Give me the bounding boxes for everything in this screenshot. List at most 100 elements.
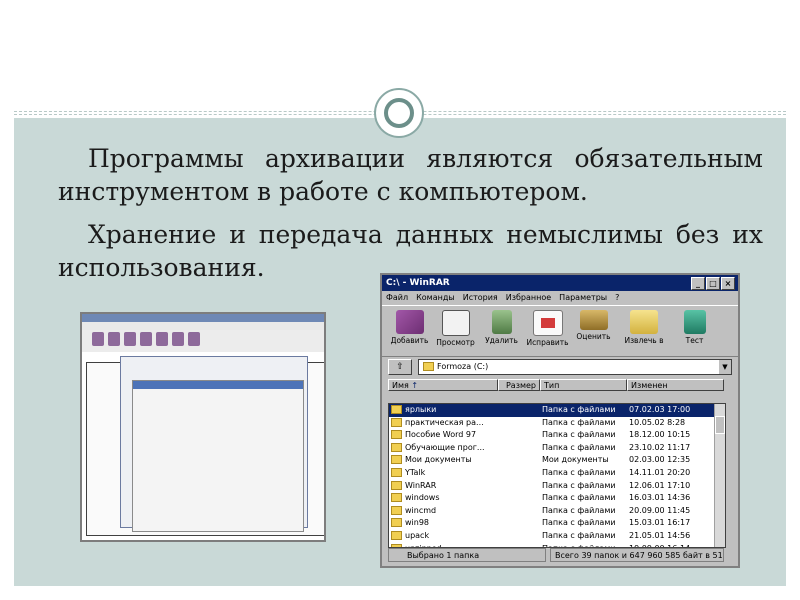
extract-button[interactable]: Извлечь в [618,310,670,356]
cell-size [498,480,540,493]
cell-name: Обучающие прог... [389,442,498,455]
cell-name-text: Обучающие прог... [405,442,485,452]
file-list: ярлыки Папка с файлами 07.02.03 17:00 практ… [388,403,726,548]
up-folder-button[interactable]: ⇧ [388,359,412,375]
table-row[interactable]: Обучающие прог... Папка с файлами 23.10.02… [389,442,725,455]
view-button-label: Просмотр [436,338,475,347]
vertical-scrollbar[interactable] [714,404,725,547]
cell-modified: 21.05.01 14:56 [627,530,715,543]
column-header-name-label: Имя [392,381,409,390]
cell-size [498,442,540,455]
up-arrow-icon: ⇧ [396,362,404,372]
cell-type-text: Папка с файлами [542,505,616,515]
sort-arrow-icon: ↑ [411,381,419,390]
folder-icon [391,530,402,540]
cell-modified-text: 23.10.02 11:17 [629,442,691,452]
cell-type: Папка с файлами [540,480,627,493]
drive-select[interactable]: Formoza (C:) ▼ [418,359,732,375]
menu-file[interactable]: Файл [386,291,408,305]
window-titlebar[interactable]: C:\ - WinRAR _ □ × [382,275,738,291]
delete-button-label: Удалить [485,336,518,345]
menu-options[interactable]: Параметры [559,291,607,305]
estimate-button[interactable]: Оценить [572,310,615,356]
folder-icon [391,493,402,503]
maximize-button[interactable]: □ [706,277,720,290]
menu-history[interactable]: История [463,291,498,305]
folder-icon [391,480,402,490]
cell-size [498,492,540,505]
screenshot-tool-icon [124,332,136,346]
cell-type-text: Папка с файлами [542,467,616,477]
cell-name: Мои документы [389,454,498,467]
close-button[interactable]: × [721,277,735,290]
table-row[interactable]: windows Папка с файлами 16.03.01 14:36 [389,492,725,505]
cell-size [498,454,540,467]
view-button[interactable]: Просмотр [434,310,477,356]
screenshot-compression-dialog [132,380,304,532]
cell-type-text: Папка с файлами [542,530,616,540]
cell-type-text: Папка с файлами [542,518,616,528]
cell-type: Папка с файлами [540,467,627,480]
table-row[interactable]: ярлыки Папка с файлами 07.02.03 17:00 [389,404,725,417]
cell-type: Папка с файлами [540,417,627,430]
menu-help[interactable]: ? [615,291,619,305]
cell-name-text: wincmd [405,505,437,515]
scrollbar-thumb[interactable] [715,416,725,434]
column-header-name[interactable]: Имя ↑ [388,379,498,391]
cell-modified-text: 21.05.01 14:56 [629,530,691,540]
cell-modified-text: 02.03.00 12:35 [629,455,691,465]
screenshot-tool-icon [140,332,152,346]
table-row[interactable]: Пособие Word 97 Папка с файлами 18.12.00 1… [389,429,725,442]
extract-button-label: Извлечь в [624,336,664,345]
address-bar: ⇧ Formoza (C:) ▼ [382,357,738,377]
column-header-modified[interactable]: Изменен [627,379,724,391]
column-header-type[interactable]: Тип [540,379,627,391]
toolbar: Добавить Просмотр Удалить Исправить Оцен… [382,305,738,357]
cell-modified-text: 07.02.03 17:00 [629,405,691,414]
screenshot-menubar [82,322,324,330]
cell-type-text: Мои документы [542,455,609,465]
cell-modified-text: 14.11.01 20:20 [629,467,691,477]
cell-name-text: Пособие Word 97 [405,430,477,440]
ring-ornament-inner [384,98,414,128]
table-row[interactable]: upack Папка с файлами 21.05.01 14:56 [389,530,725,543]
folder-icon [391,467,402,477]
cell-size [498,517,540,530]
minimize-button[interactable]: _ [691,277,705,290]
cell-name: upack [389,530,498,543]
cell-name: win98 [389,517,498,530]
slide-paragraph-1: Программы архивации являются обязательны… [58,144,763,206]
cell-size [498,404,540,417]
cell-type-text: Папка с файлами [542,417,616,427]
status-bar: Выбрано 1 папка Всего 39 папок и 647 960… [388,548,724,562]
cell-name: WinRAR [389,480,498,493]
table-row[interactable]: YTalk Папка с файлами 14.11.01 20:20 [389,467,725,480]
table-row[interactable]: wincmd Папка с файлами 20.09.00 11:45 [389,505,725,518]
cell-type: Папка с файлами [540,442,627,455]
repair-button[interactable]: Исправить [526,310,569,356]
repair-kit-icon [532,310,563,336]
table-row[interactable]: практическая ра... Папка с файлами 10.05.0… [389,417,725,430]
status-selected: Выбрано 1 папка [388,548,546,562]
table-row[interactable]: win98 Папка с файлами 15.03.01 16:17 [389,517,725,530]
cell-name-text: win98 [405,518,430,528]
test-button[interactable]: Тест [673,310,716,356]
scales-icon [579,310,608,330]
cell-type: Мои документы [540,454,627,467]
folder-icon [391,417,402,427]
cell-modified: 07.02.03 17:00 [627,404,715,417]
table-row[interactable]: Мои документы Мои документы 02.03.00 12:35 [389,454,725,467]
cell-name: ярлыки [389,404,498,417]
drive-icon [423,362,434,371]
screenshot-tool-icon [108,332,120,346]
cell-modified-text: 12.06.01 17:10 [629,480,691,490]
delete-button[interactable]: Удалить [480,310,523,356]
table-row[interactable]: WinRAR Папка с файлами 12.06.01 17:10 [389,480,725,493]
add-archive-icon [395,310,424,334]
column-header-size[interactable]: Размер [498,379,540,391]
add-button[interactable]: Добавить [388,310,431,356]
cell-size [498,530,540,543]
chevron-down-icon[interactable]: ▼ [719,360,731,374]
menu-commands[interactable]: Команды [416,291,455,305]
menu-favorites[interactable]: Избранное [506,291,551,305]
